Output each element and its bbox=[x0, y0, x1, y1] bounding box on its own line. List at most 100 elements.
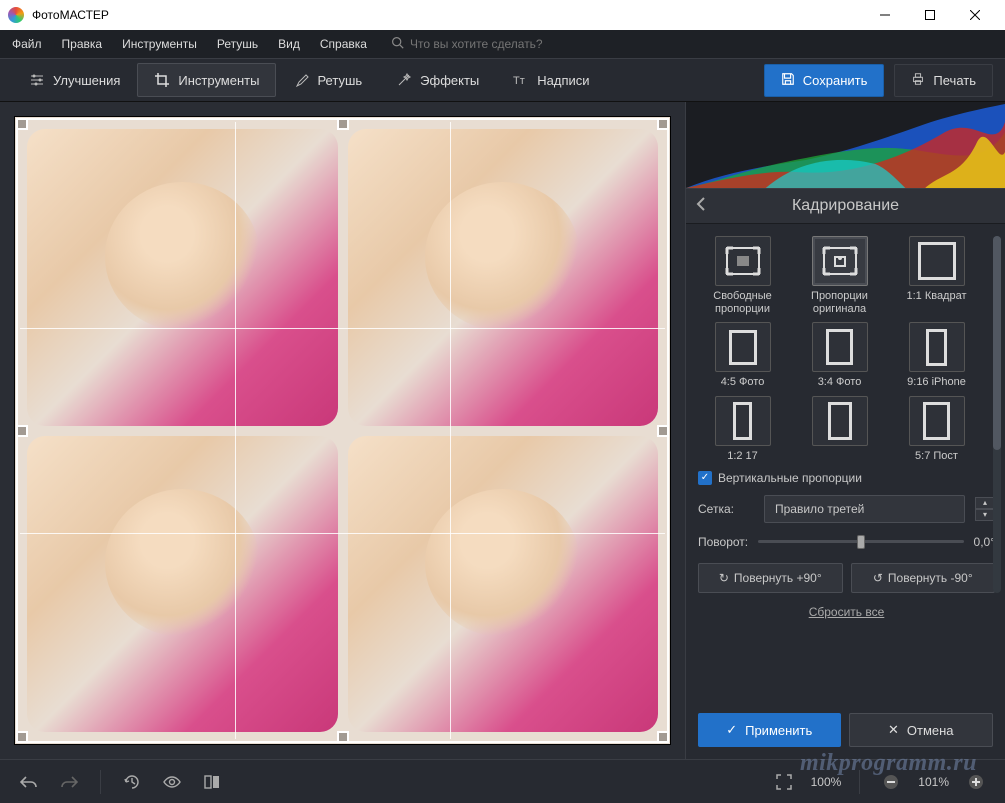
crop-icon bbox=[154, 72, 170, 88]
preset-label: 1:2 17 bbox=[727, 450, 758, 463]
menu-view[interactable]: Вид bbox=[274, 35, 304, 53]
rotation-value: 0,0° bbox=[974, 535, 995, 549]
canvas-area bbox=[0, 102, 685, 759]
tabbar: Улучшения Инструменты Ретушь Эффекты Tᴛ … bbox=[0, 58, 1005, 102]
menu-edit[interactable]: Правка bbox=[58, 35, 107, 53]
tab-enhancements[interactable]: Улучшения bbox=[12, 63, 137, 97]
compare-button[interactable] bbox=[199, 769, 225, 795]
preset-label: Свободные пропорции bbox=[698, 290, 787, 316]
histogram bbox=[686, 102, 1005, 188]
crop-handle-b[interactable] bbox=[337, 731, 349, 743]
sliders-icon bbox=[29, 72, 45, 88]
crop-frame[interactable] bbox=[16, 118, 669, 743]
bottom-toolbar: 100% 101% bbox=[0, 759, 1005, 803]
app-logo-icon bbox=[8, 7, 24, 23]
close-button[interactable] bbox=[952, 0, 997, 30]
cancel-button[interactable]: ✕ Отмена bbox=[849, 713, 994, 747]
maximize-button[interactable] bbox=[907, 0, 952, 30]
preset-4-5[interactable]: 4:5 Фото bbox=[698, 322, 787, 389]
grid-stepper[interactable]: ▴▾ bbox=[975, 497, 995, 521]
menubar: Файл Правка Инструменты Ретушь Вид Справ… bbox=[0, 30, 1005, 58]
undo-button[interactable] bbox=[16, 769, 42, 795]
tab-label: Инструменты bbox=[178, 73, 259, 88]
panel-header: Кадрирование bbox=[686, 188, 1005, 224]
vertical-proportions-checkbox[interactable]: ✓ Вертикальные пропорции bbox=[698, 471, 995, 485]
menu-file[interactable]: Файл bbox=[8, 35, 46, 53]
tab-label: Эффекты bbox=[420, 73, 479, 88]
tab-retouch[interactable]: Ретушь bbox=[276, 63, 379, 97]
titlebar: ФотоМАСТЕР bbox=[0, 0, 1005, 30]
rotate-ccw-button[interactable]: ↺ Повернуть -90° bbox=[851, 563, 996, 593]
preview-button[interactable] bbox=[159, 769, 185, 795]
crop-handle-tr[interactable] bbox=[657, 118, 669, 130]
rotate-ccw-icon: ↺ bbox=[873, 571, 883, 585]
preset-9-16[interactable]: 9:16 iPhone bbox=[892, 322, 981, 389]
history-button[interactable] bbox=[119, 769, 145, 795]
zoom-in-button[interactable] bbox=[963, 769, 989, 795]
crop-handle-l[interactable] bbox=[16, 425, 28, 437]
image-canvas[interactable] bbox=[14, 116, 671, 745]
preset-label: 4:5 Фото bbox=[721, 376, 765, 389]
tab-tools[interactable]: Инструменты bbox=[137, 63, 276, 97]
preset-original[interactable]: Пропорции оригинала bbox=[795, 236, 884, 316]
crop-handle-br[interactable] bbox=[657, 731, 669, 743]
tab-label: Улучшения bbox=[53, 73, 120, 88]
apply-button[interactable]: ✓ Применить bbox=[698, 713, 841, 747]
menu-retouch[interactable]: Ретушь bbox=[213, 35, 262, 53]
crop-handle-r[interactable] bbox=[657, 425, 669, 437]
rotate-cw-button[interactable]: ↻ Повернуть +90° bbox=[698, 563, 843, 593]
preset-5-7[interactable]: 5:7 Пост bbox=[892, 396, 981, 463]
preset-1-1[interactable]: 1:1 Квадрат bbox=[892, 236, 981, 316]
thirds-grid-overlay bbox=[20, 122, 665, 739]
text-icon: Tᴛ bbox=[513, 72, 529, 88]
preset-3-4[interactable]: 3:4 Фото bbox=[795, 322, 884, 389]
fit-percent: 100% bbox=[811, 775, 842, 789]
crop-handle-bl[interactable] bbox=[16, 731, 28, 743]
tab-label: Ретушь bbox=[317, 73, 362, 88]
search-icon bbox=[391, 36, 404, 52]
side-panel: Кадрирование Свободные пропорции Пропорц… bbox=[685, 102, 1005, 759]
zoom-percent: 101% bbox=[918, 775, 949, 789]
checkbox-icon: ✓ bbox=[698, 471, 712, 485]
preset-free[interactable]: Свободные пропорции bbox=[698, 236, 787, 316]
grid-select[interactable]: Правило третей bbox=[764, 495, 965, 523]
svg-text:Tᴛ: Tᴛ bbox=[513, 75, 525, 87]
save-icon bbox=[781, 72, 795, 89]
grid-label: Сетка: bbox=[698, 502, 754, 516]
preset-1-2[interactable]: 1:2 17 bbox=[698, 396, 787, 463]
search-input[interactable] bbox=[410, 37, 610, 51]
back-button[interactable] bbox=[696, 197, 706, 216]
rotation-label: Поворот: bbox=[698, 535, 748, 549]
print-button[interactable]: Печать bbox=[894, 64, 993, 97]
checkbox-label: Вертикальные пропорции bbox=[718, 471, 862, 485]
grid-value: Правило третей bbox=[775, 502, 864, 516]
rotate-cw-icon: ↻ bbox=[719, 571, 729, 585]
menu-help[interactable]: Справка bbox=[316, 35, 371, 53]
redo-button[interactable] bbox=[56, 769, 82, 795]
x-icon: ✕ bbox=[888, 722, 899, 738]
tab-effects[interactable]: Эффекты bbox=[379, 63, 496, 97]
tab-label: Надписи bbox=[537, 73, 589, 88]
panel-scrollbar[interactable] bbox=[993, 236, 1001, 593]
print-icon bbox=[911, 72, 925, 89]
check-icon: ✓ bbox=[726, 722, 737, 738]
preset-custom[interactable] bbox=[795, 396, 884, 463]
minimize-button[interactable] bbox=[862, 0, 907, 30]
reset-all-link[interactable]: Сбросить все bbox=[698, 605, 995, 619]
save-button[interactable]: Сохранить bbox=[764, 64, 885, 97]
rotation-slider[interactable] bbox=[758, 535, 963, 549]
zoom-out-button[interactable] bbox=[878, 769, 904, 795]
wand-icon bbox=[396, 72, 412, 88]
preset-label: 9:16 iPhone bbox=[907, 376, 966, 389]
save-label: Сохранить bbox=[803, 73, 868, 88]
scrollbar-thumb[interactable] bbox=[993, 236, 1001, 450]
menu-tools[interactable]: Инструменты bbox=[118, 35, 201, 53]
crop-handle-tl[interactable] bbox=[16, 118, 28, 130]
crop-handle-t[interactable] bbox=[337, 118, 349, 130]
brush-icon bbox=[293, 72, 309, 88]
print-label: Печать bbox=[933, 73, 976, 88]
panel-title: Кадрирование bbox=[792, 197, 899, 215]
tab-captions[interactable]: Tᴛ Надписи bbox=[496, 63, 606, 97]
preset-label: Пропорции оригинала bbox=[795, 290, 884, 316]
fit-screen-button[interactable] bbox=[771, 769, 797, 795]
